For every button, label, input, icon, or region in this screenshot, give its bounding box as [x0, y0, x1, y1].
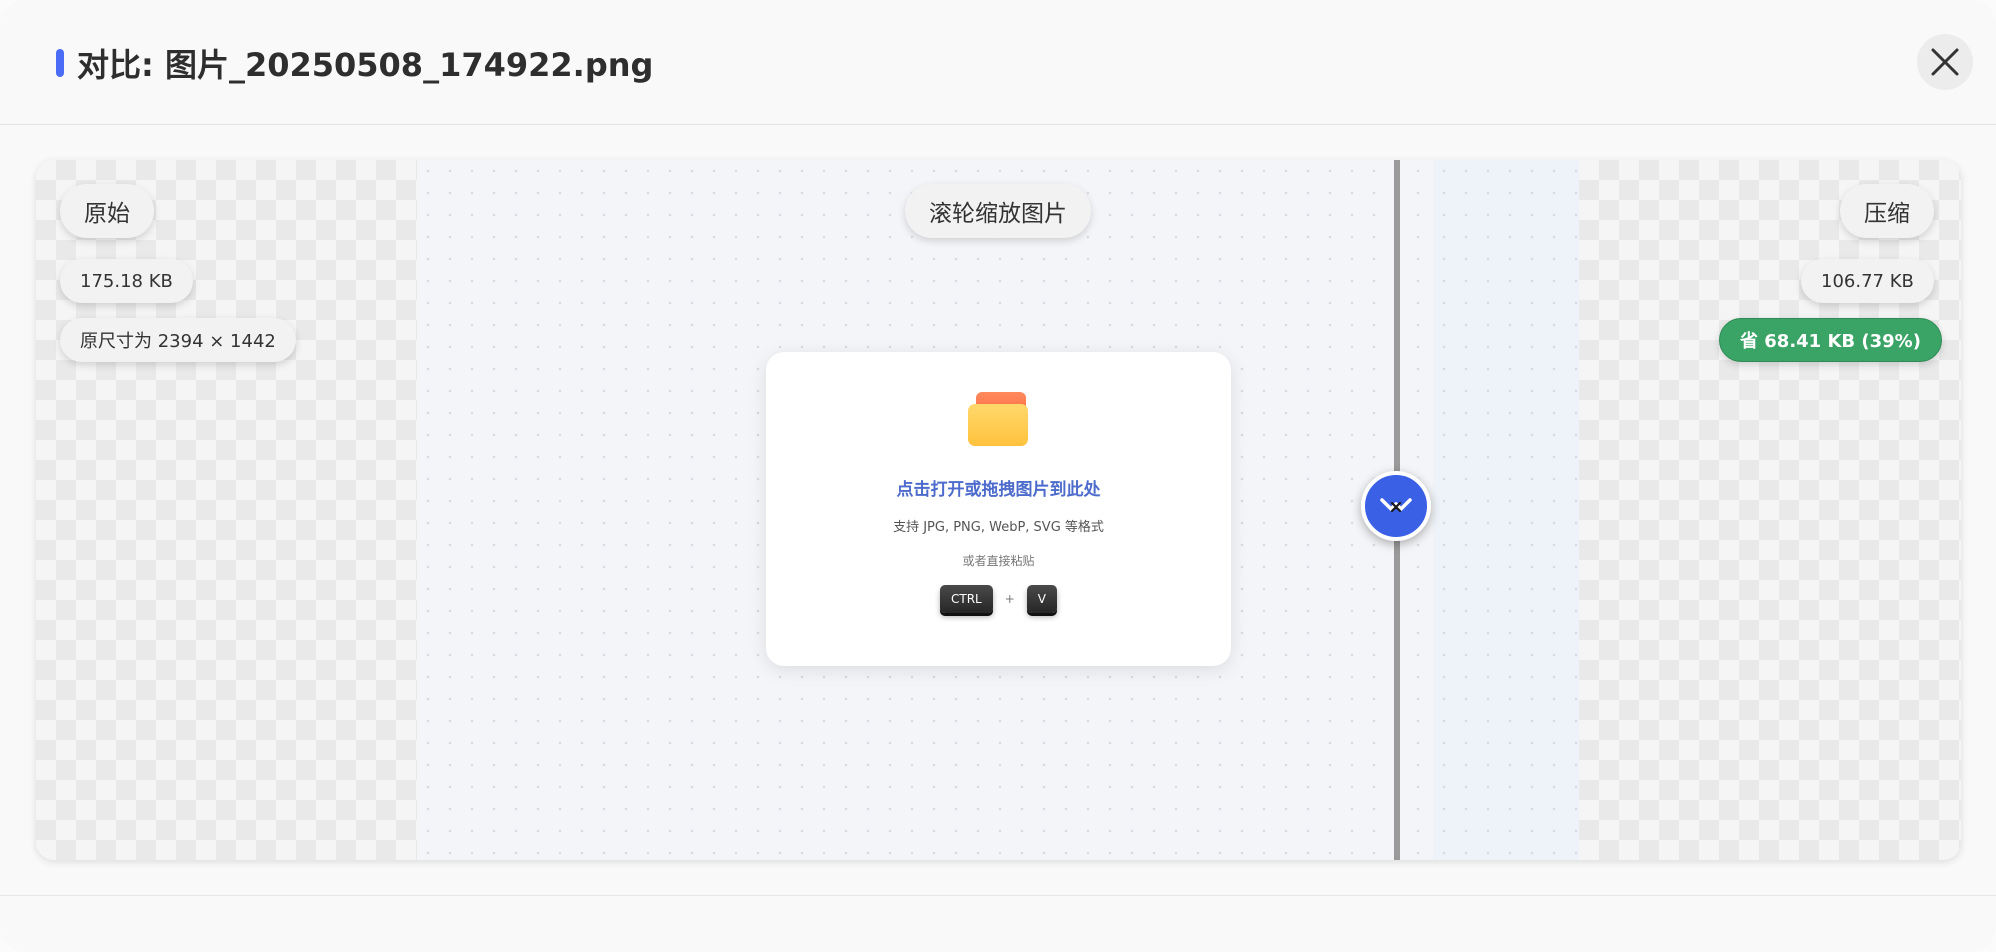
compare-handle-icon: [1380, 498, 1412, 513]
close-icon: [1931, 48, 1959, 76]
compressed-canvas: [1433, 160, 1579, 860]
zoom-hint: 滚轮缩放图片: [905, 184, 1091, 238]
modal-title: 对比: 图片_20250508_174922.png: [77, 46, 654, 84]
paste-hint-text: 或者直接粘贴: [962, 554, 1035, 568]
close-button[interactable]: [1917, 34, 1973, 90]
folder-icon: [968, 392, 1028, 446]
compressed-size-badge: 106.77 KB: [1801, 259, 1934, 303]
original-size-badge: 175.18 KB: [60, 259, 193, 303]
supported-formats-text: 支持 JPG, PNG, WebP, SVG 等格式: [893, 520, 1104, 535]
modal-footer-divider: [0, 895, 1996, 896]
drop-zone-title: 点击打开或拖拽图片到此处: [896, 480, 1101, 500]
title-accent-bar: [56, 49, 64, 77]
modal-header: 对比: 图片_20250508_174922.png: [0, 0, 1996, 125]
compressed-label: 压缩: [1840, 184, 1934, 238]
original-label: 原始: [60, 184, 154, 238]
compare-slider-handle[interactable]: [1361, 471, 1431, 541]
plus-sign: +: [1004, 592, 1015, 606]
savings-badge: 省 68.41 KB (39%): [1719, 318, 1942, 362]
drop-zone[interactable]: 点击打开或拖拽图片到此处 支持 JPG, PNG, WebP, SVG 等格式 …: [766, 352, 1231, 666]
v-key: V: [1026, 585, 1057, 613]
compare-modal: 对比: 图片_20250508_174922.png 原始 175.18 KB …: [0, 0, 1996, 952]
compare-viewer[interactable]: 原始 175.18 KB 原尺寸为 2394 × 1442 滚轮缩放图片 压缩 …: [36, 160, 1961, 860]
original-dimensions-badge: 原尺寸为 2394 × 1442: [60, 318, 296, 362]
ctrl-key: CTRL: [939, 585, 993, 613]
paste-shortcut: CTRL + V: [766, 585, 1231, 613]
